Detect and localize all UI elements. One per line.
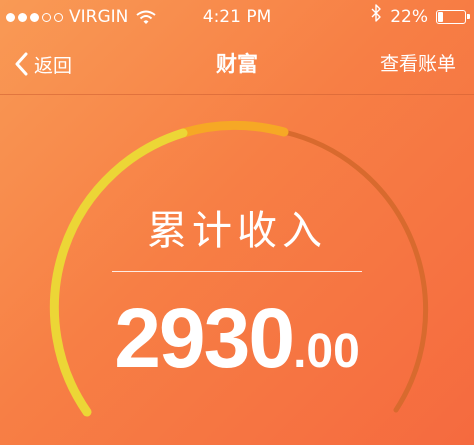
view-bill-button[interactable]: 查看账单 — [380, 34, 456, 94]
battery-icon — [436, 10, 470, 24]
carrier-label: VIRGIN — [69, 7, 129, 27]
chevron-left-icon — [15, 52, 28, 76]
back-label: 返回 — [34, 54, 73, 77]
signal-strength-icon — [6, 12, 63, 22]
status-right: 22% — [371, 0, 470, 34]
gauge-label: 累计收入 — [147, 208, 327, 254]
battery-percent: 22% — [390, 7, 428, 27]
status-left: VIRGIN — [6, 0, 156, 34]
amount-integer: 2930 — [114, 291, 295, 385]
wifi-icon — [136, 10, 156, 25]
gauge-progress-arc-amber — [178, 120, 289, 138]
amount-decimal: .00 — [293, 325, 360, 378]
status-bar: VIRGIN 4:21 PM 22% — [0, 0, 474, 34]
navigation-bar: 返回 财富 查看账单 — [0, 34, 474, 95]
back-button[interactable]: 返回 — [14, 34, 72, 94]
bluetooth-icon — [371, 0, 382, 34]
income-amount: 2930.00 — [0, 290, 474, 387]
gauge-divider — [112, 271, 362, 272]
